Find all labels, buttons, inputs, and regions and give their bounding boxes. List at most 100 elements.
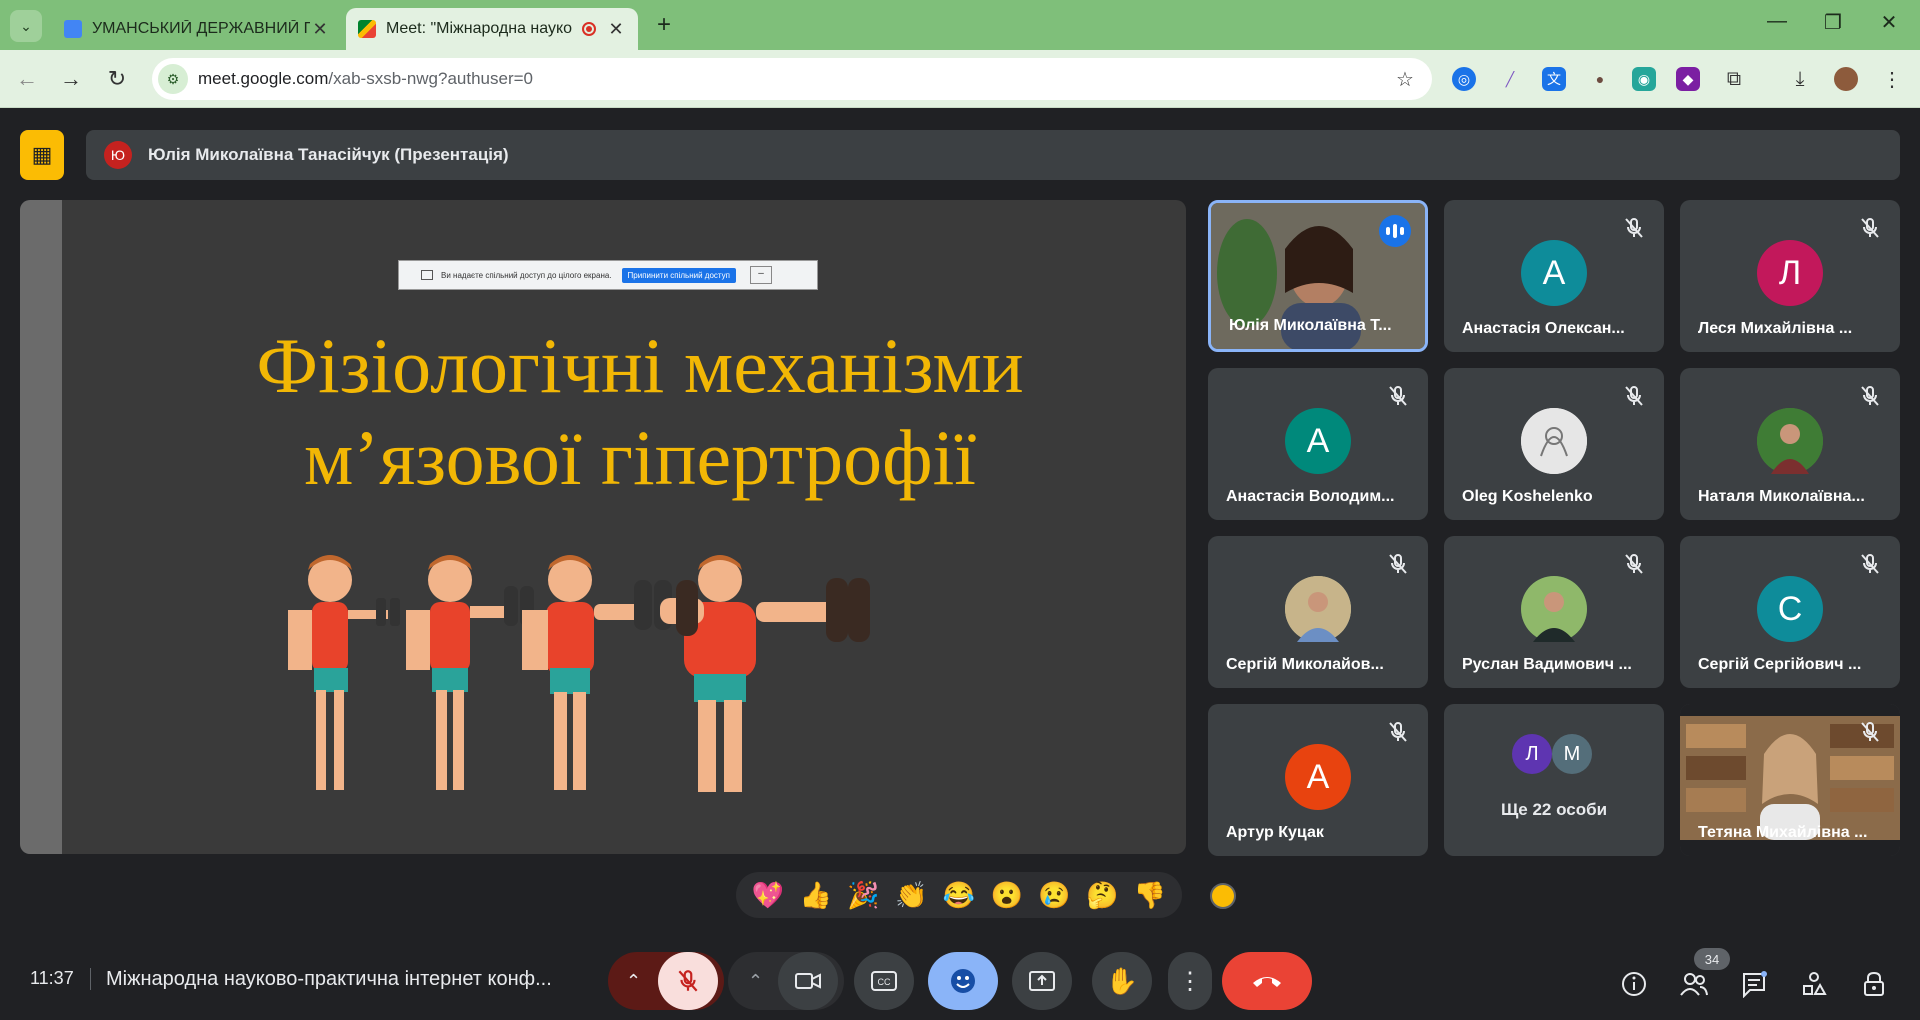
close-window-icon[interactable]: ✕ [1866,10,1912,35]
participant-tile[interactable]: Сергій Миколайов... [1208,536,1428,688]
avatar [1521,408,1587,474]
captions-icon: CC [871,971,897,991]
site-info-icon[interactable]: ⚙ [158,64,188,94]
reaction-laugh[interactable]: 😂 [943,880,975,911]
forward-icon[interactable]: → [54,62,88,96]
avatar [1521,576,1587,642]
extensions-puzzle-icon[interactable]: ⧉ [1722,67,1746,91]
chevron-up-icon: ⌃ [626,970,642,991]
participant-tile[interactable]: Oleg Koshelenko [1444,368,1664,520]
participant-tile[interactable]: С Сергій Сергійович ... [1680,536,1900,688]
participant-tile[interactable]: Тетяна Михайлівна ... [1680,704,1900,856]
avatar-photo-image [1757,408,1823,474]
reactions-button[interactable] [928,952,998,1010]
leave-call-button[interactable] [1222,952,1312,1010]
meet-call: ▦ Ю Юлія Миколаївна Танасійчук (Презента… [0,108,1920,1020]
avatar: А [1285,408,1351,474]
microphone-toggle-button[interactable] [658,952,718,1010]
activities-button[interactable] [1798,968,1830,1000]
mic-off-icon [1389,386,1407,406]
mic-off-icon [1861,386,1879,406]
browser-toolbar: ← → ↻ ⚙ meet.google.com/xab-sxsb-nwg?aut… [0,50,1920,108]
avatar: Л [1512,734,1552,774]
host-controls-button[interactable] [1858,968,1890,1000]
avatar-photo-image [1285,576,1351,642]
close-tab-icon[interactable]: ✕ [310,19,330,40]
reaction-thumbs-down[interactable]: 👎 [1134,880,1166,911]
back-icon[interactable]: ← [10,62,44,96]
participant-tile[interactable]: А Анастасія Олексан... [1444,200,1664,352]
browser-menu-icon[interactable]: ⋮ [1880,67,1904,91]
chat-button[interactable] [1738,968,1770,1000]
people-button[interactable] [1678,968,1710,1000]
browser-tab-bar: ⌄ УМАНСЬКИЙ ДЕРЖАВНИЙ ПЕ ✕ Meet: "Міжнар… [0,0,1920,50]
participant-tile[interactable]: А Анастасія Володим... [1208,368,1428,520]
tab-search-button[interactable]: ⌄ [10,10,42,42]
close-tab-icon[interactable]: ✕ [606,19,626,40]
reaction-surprised[interactable]: 😮 [991,880,1023,911]
present-screen-button[interactable] [1012,952,1072,1010]
translate-extension-icon[interactable]: 文 [1542,67,1566,91]
stop-sharing-button: Припинити спільний доступ [621,267,736,283]
avatar-photo-image [1521,576,1587,642]
participant-tile[interactable]: Л Леся Михайлівна ... [1680,200,1900,352]
restore-icon[interactable]: ❐ [1810,10,1856,35]
participant-tile[interactable]: Наталя Миколаївна... [1680,368,1900,520]
camera-toggle-button[interactable] [778,952,838,1010]
minimize-icon[interactable]: — [1754,10,1800,33]
pen-extension-icon[interactable]: ╱ [1498,67,1522,91]
calendar-favicon-icon [64,20,82,38]
tab-title: Meet: "Міжнародна науко [386,20,573,37]
owl-extension-icon[interactable]: ● [1588,67,1612,91]
present-screen-icon [1029,971,1055,991]
reaction-thinking[interactable]: 🤔 [1086,880,1118,911]
reaction-thumbs-up[interactable]: 👍 [799,880,831,911]
avatar: С [1757,576,1823,642]
presentation-icon[interactable]: ▦ [20,130,64,180]
bookmark-star-icon[interactable]: ☆ [1390,67,1420,92]
profile-avatar[interactable] [1834,67,1858,91]
slide-title-line-1: Фізіологічні механізми [256,322,1024,409]
presentation-stage: Ви надаєте спільний доступ до цілого екр… [20,200,1186,854]
tab-uman[interactable]: УМАНСЬКИЙ ДЕРЖАВНИЙ ПЕ ✕ [52,8,342,50]
skin-tone-selector[interactable] [1210,883,1236,909]
more-options-button[interactable]: ⋮ [1168,952,1212,1010]
presenter-label: Юлія Миколаївна Танасійчук (Презентація) [148,145,509,164]
tab-meet[interactable]: Meet: "Міжнародна науко ✕ [346,8,638,50]
presenter-avatar: Ю [104,141,132,169]
more-participants-tile[interactable]: Л М Ще 22 особи [1444,704,1664,856]
reaction-sad[interactable]: 😢 [1038,880,1070,911]
bodybuilders-illustration [288,555,870,792]
address-bar[interactable]: ⚙ meet.google.com/xab-sxsb-nwg?authuser=… [152,58,1432,100]
more-vert-icon: ⋮ [1178,967,1202,995]
extension-icon[interactable]: ◎ [1452,67,1476,91]
participant-tile[interactable]: Юлія Миколаївна Т... [1208,200,1428,352]
participant-count-badge: 34 [1694,948,1730,970]
hide-notice-button: – [749,266,772,284]
kaspersky-extension-icon[interactable]: ◆ [1676,67,1700,91]
avatar [1757,408,1823,474]
download-icon[interactable]: ⤓ [1788,67,1812,91]
people-icon [1680,973,1708,996]
figure-4 [660,555,870,792]
participant-name: Сергій Сергійович ... [1698,656,1862,673]
mic-off-icon [1861,722,1879,742]
raise-hand-button[interactable]: ✋ [1092,952,1152,1010]
reaction-party[interactable]: 🎉 [847,880,879,911]
mic-off-icon [1625,554,1643,574]
reaction-heart[interactable]: 💖 [752,880,784,911]
participant-tile[interactable]: Руслан Вадимович ... [1444,536,1664,688]
svg-text:CC: CC [878,977,891,987]
participant-name: Юлія Миколаївна Т... [1229,317,1392,334]
reload-icon[interactable]: ↻ [100,62,134,96]
new-tab-button[interactable]: + [650,12,678,40]
share-notice-text: Ви надаєте спільний доступ до цілого екр… [441,270,612,280]
captions-button[interactable]: CC [854,952,914,1010]
avatar-sketch-image [1521,408,1587,474]
mic-off-icon [678,970,698,992]
meeting-details-button[interactable] [1618,968,1650,1000]
bot-extension-icon[interactable]: ◉ [1632,67,1656,91]
reaction-clap[interactable]: 👏 [895,880,927,911]
avatar [1285,576,1351,642]
participant-tile[interactable]: А Артур Куцак [1208,704,1428,856]
